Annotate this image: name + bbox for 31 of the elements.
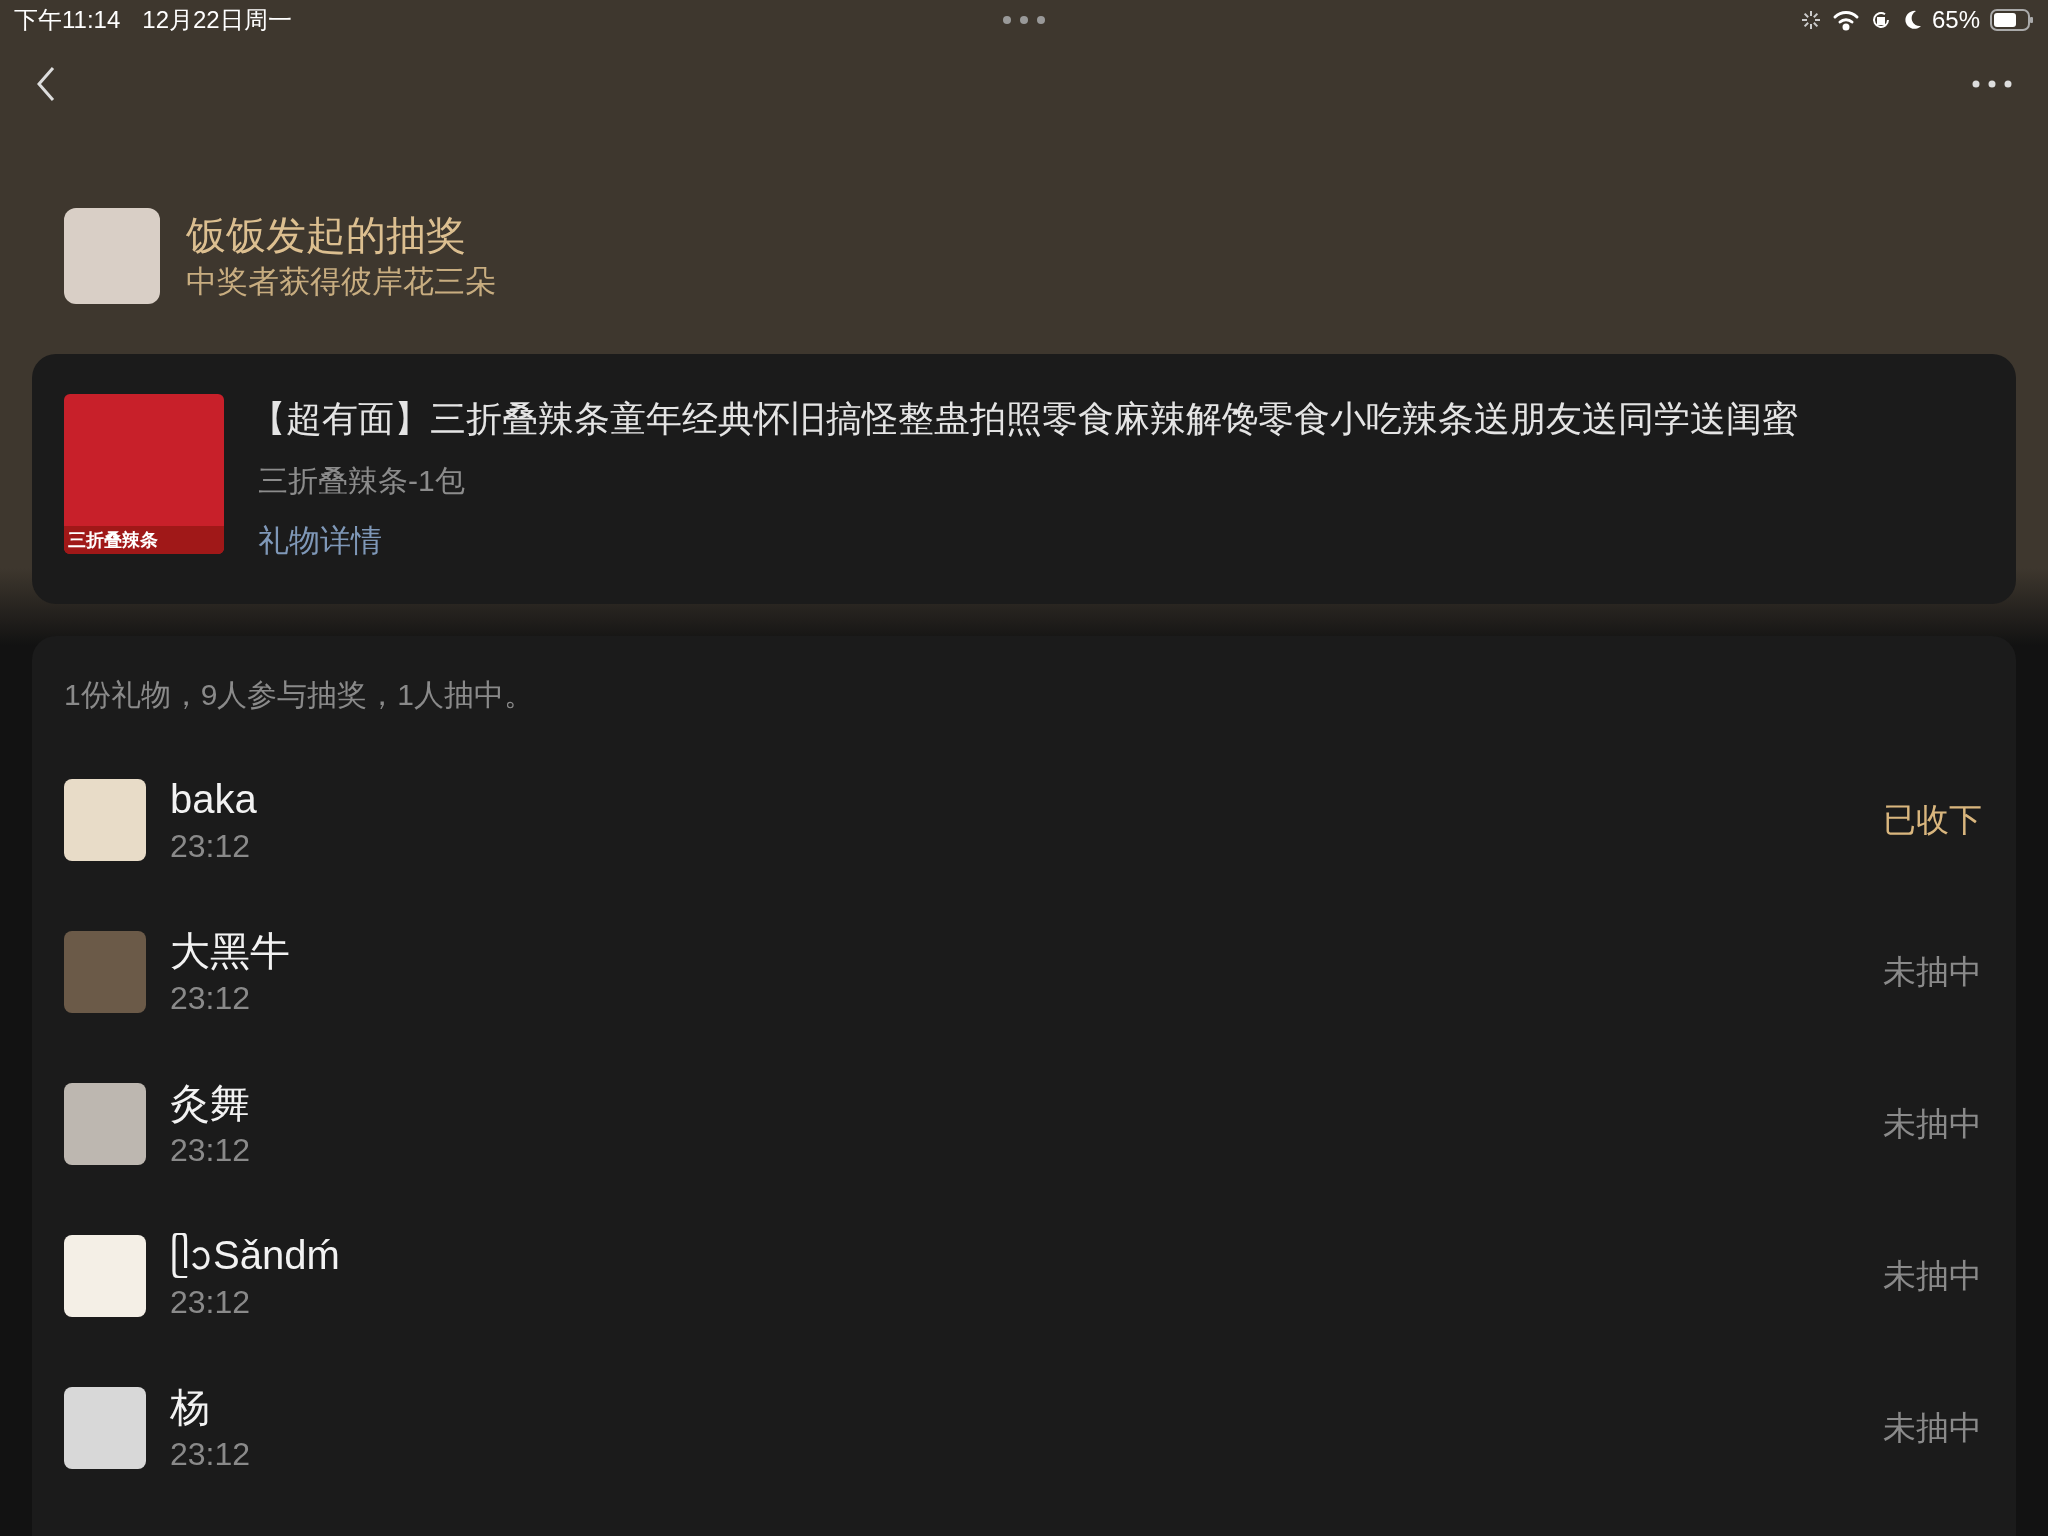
- gift-variant: 三折叠辣条-1包: [258, 463, 466, 499]
- participant-name: ᥫᩣSǎndḿ: [170, 1232, 340, 1280]
- gift-details-link[interactable]: 礼物详情: [258, 520, 1798, 562]
- image-badge: 三折叠辣条: [64, 526, 224, 554]
- battery-percent: 65%: [1931, 5, 1980, 35]
- wifi-icon: [1831, 9, 1860, 31]
- participant-time: 23:12: [170, 1283, 252, 1322]
- more-icon: [1972, 80, 2012, 88]
- participant-name: 灸舞: [170, 1080, 251, 1127]
- participant-name: 杨: [170, 1384, 211, 1431]
- back-icon: [36, 66, 56, 102]
- draw-status: 未抽中: [1883, 1256, 1982, 1297]
- loading-icon: [1799, 9, 1822, 31]
- gift-title: 【超有面】三折叠辣条童年经典怀旧搞怪整蛊拍照零食麻辣解馋零食小吃辣条送朋友送同学送闺蜜: [250, 397, 1798, 441]
- participant-name: 大黑牛: [170, 928, 290, 975]
- participant-time: 23:12: [170, 827, 252, 866]
- prize-description: 中奖者获得彼岸花三朵: [186, 263, 496, 301]
- draw-status: 未抽中: [1883, 1104, 1982, 1145]
- battery-icon: [1990, 8, 2034, 32]
- participant-time: 23:12: [170, 1131, 251, 1170]
- status-time: 下午11:14: [14, 5, 121, 35]
- lottery-summary: 1份礼物，9人参与抽奖，1人抽中。: [64, 677, 536, 713]
- lottery-title: 饭饭发起的抽奖: [186, 212, 467, 259]
- participant-name: baka: [170, 776, 257, 823]
- participant-time: 23:12: [170, 979, 252, 1018]
- more-dots-icon: [1002, 15, 1046, 25]
- participant-time: 23:12: [170, 1435, 251, 1474]
- status-date: 12月22日周一: [142, 5, 292, 35]
- draw-status: 未抽中: [1883, 952, 1982, 993]
- draw-status: 未抽中: [1883, 1408, 1982, 1449]
- draw-status: 已收下: [1883, 800, 1982, 841]
